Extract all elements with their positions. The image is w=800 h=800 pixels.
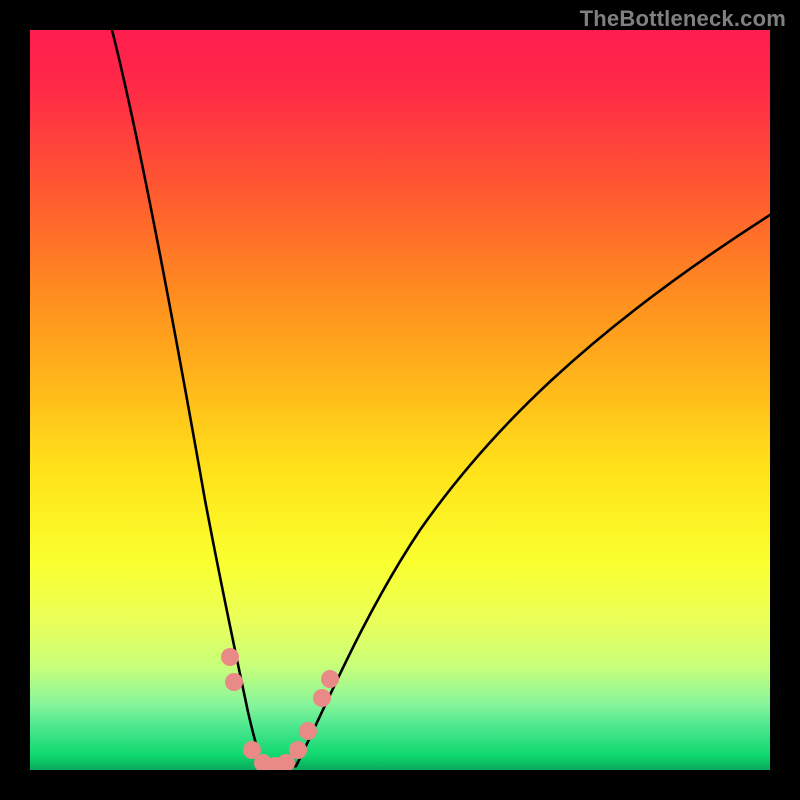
marker-dot	[243, 741, 261, 759]
marker-dot	[277, 754, 295, 770]
curve-left-branch	[112, 30, 262, 766]
curve-valley-floor	[262, 766, 296, 768]
marker-dot	[313, 689, 331, 707]
marker-dot	[254, 754, 272, 770]
marker-dot	[321, 670, 339, 688]
watermark-text: TheBottleneck.com	[580, 6, 786, 32]
plot-panel	[30, 30, 770, 770]
chart-svg	[30, 30, 770, 770]
marker-dot	[225, 673, 243, 691]
marker-dot	[289, 741, 307, 759]
marker-dot	[299, 722, 317, 740]
marker-group	[221, 648, 339, 770]
marker-dot	[266, 757, 284, 770]
marker-dot	[221, 648, 239, 666]
curve-right-branch	[296, 215, 770, 766]
chart-stage: TheBottleneck.com	[0, 0, 800, 800]
